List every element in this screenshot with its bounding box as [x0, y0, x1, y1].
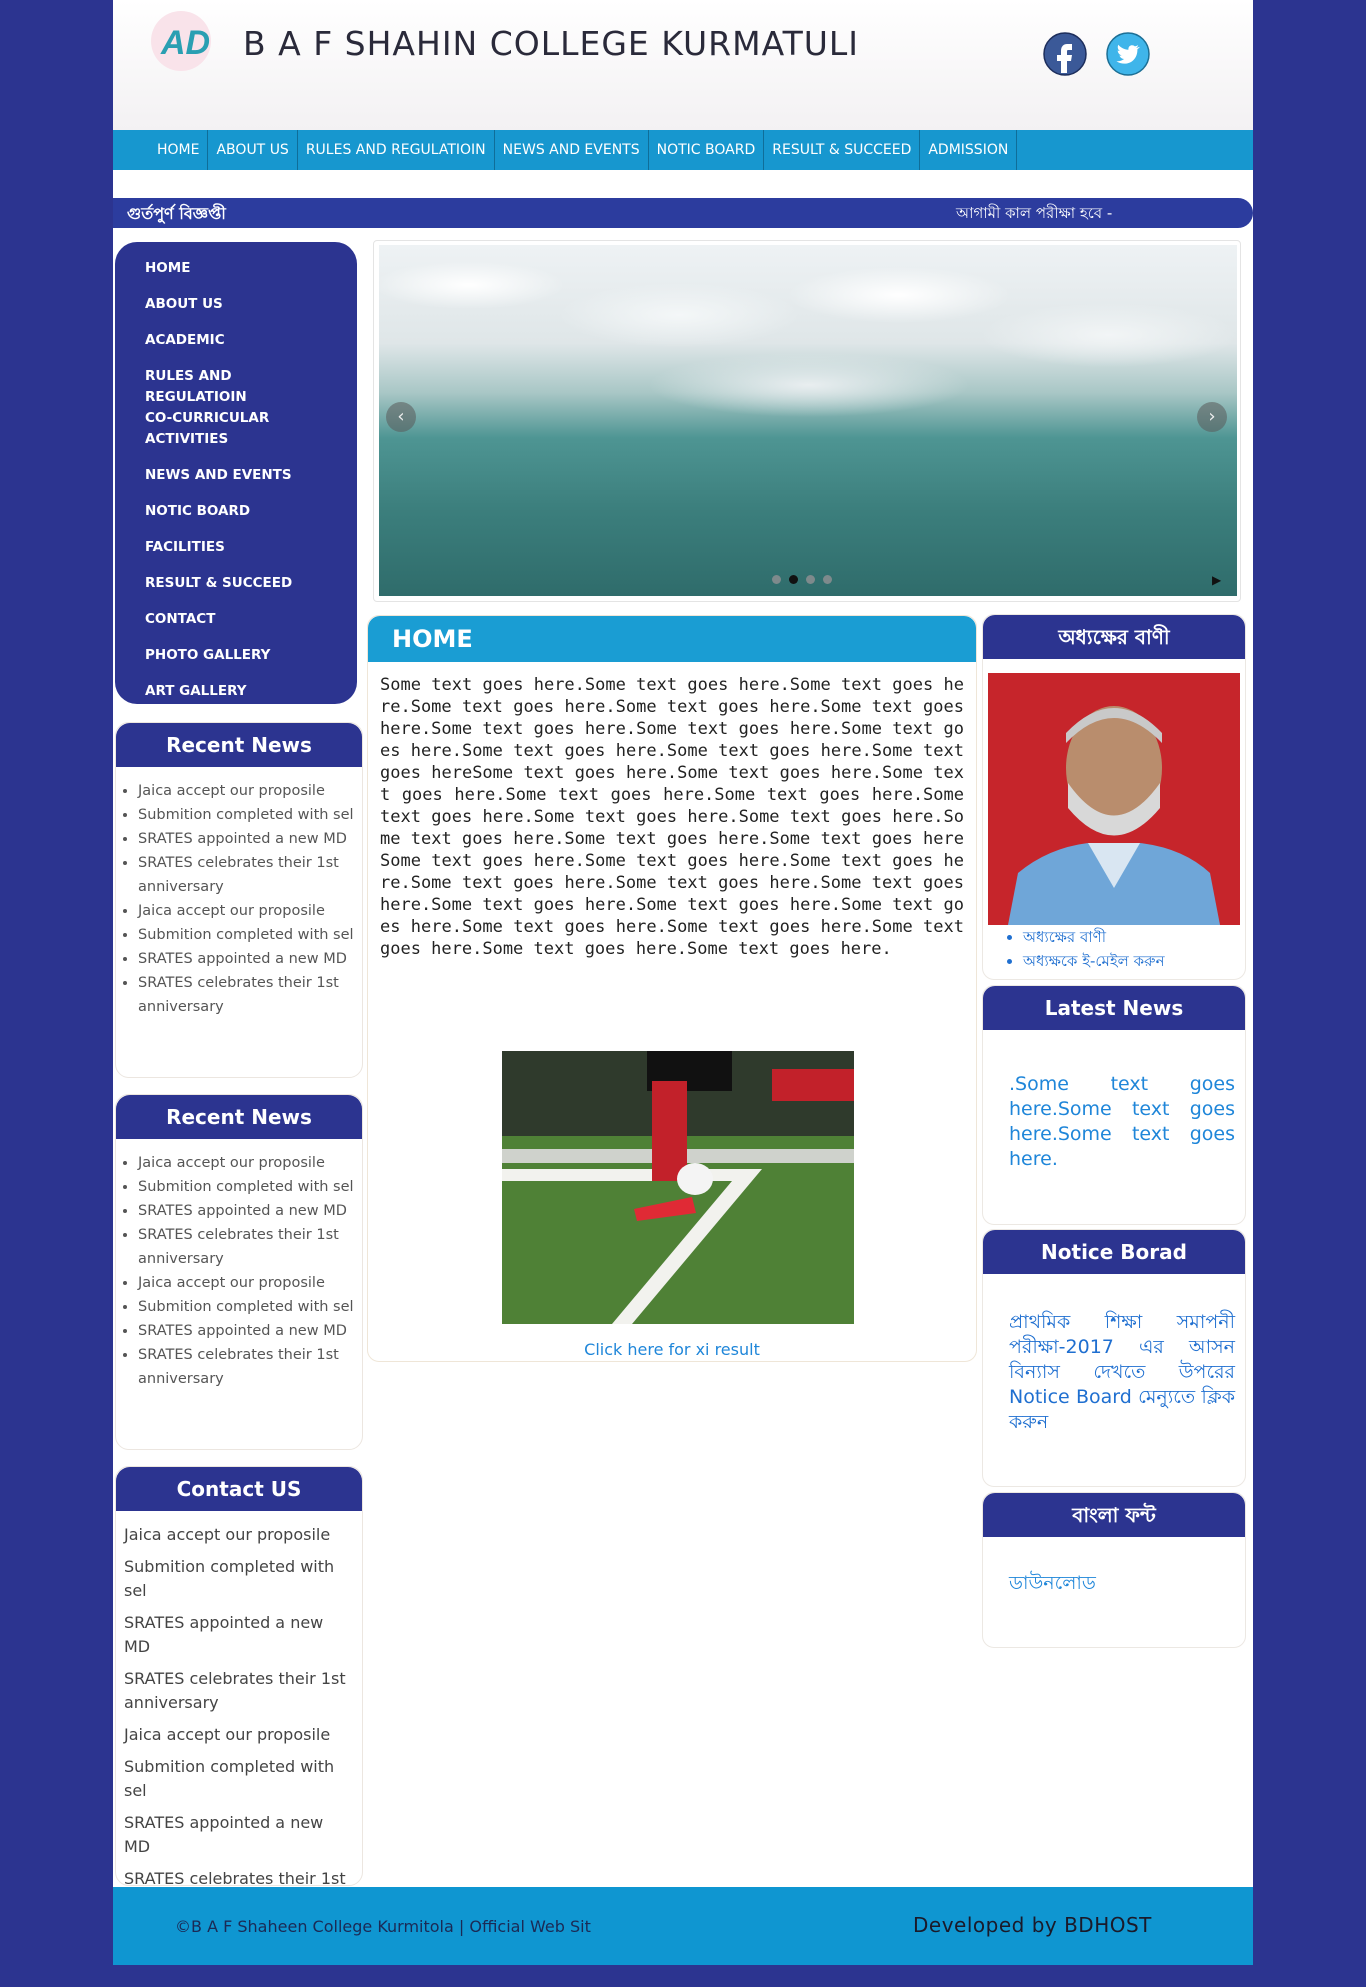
main-content: HOME Some text goes here.Some text goes …	[367, 615, 977, 1362]
news-item[interactable]: SRATES celebrates their 1st anniversary	[138, 971, 362, 1019]
main-body-text: Some text goes here.Some text goes here.…	[380, 675, 964, 959]
bangla-font-title: বাংলা ফন্ট	[983, 1493, 1245, 1537]
left-menu-list: HOME ABOUT US ACADEMIC RULES AND REGULATIOI…	[115, 242, 357, 717]
slider-play-button[interactable]: ▶	[1212, 573, 1221, 587]
contact-title: Contact US	[116, 1467, 362, 1511]
recent-news-list: Jaica accept our proposileSubmition comp…	[116, 1151, 362, 1391]
top-nav-item[interactable]: RESULT & SUCCEED	[764, 130, 921, 170]
notice-board-box: Notice Borad প্রাথমিক শিক্ষা সমাপনী পরীক…	[982, 1229, 1246, 1487]
contact-list: Jaica accept our proposile Submition comp…	[116, 1523, 362, 1915]
slider-dot[interactable]	[789, 575, 798, 584]
header: AD B A F SHAHIN COLLEGE KURMATULI	[113, 0, 1253, 130]
slider-dots	[772, 575, 832, 584]
left-menu-item[interactable]: NEWS AND EVENTS	[115, 465, 357, 501]
news-item[interactable]: SRATES appointed a new MD	[138, 827, 362, 851]
recent-news-title: Recent News	[116, 1095, 362, 1139]
news-item[interactable]: Jaica accept our proposile	[138, 899, 362, 923]
ticker-label: গুর্তপুর্ণ বিজ্ঞপ্তী	[127, 204, 226, 223]
logo-letter-a: AD	[160, 24, 210, 62]
bangla-font-box: বাংলা ফন্ট ডাউনলোড	[982, 1492, 1246, 1648]
slider-prev-button[interactable]: ‹	[386, 402, 416, 432]
latest-news-title: Latest News	[983, 986, 1245, 1030]
recent-news-box-2: Recent News Jaica accept our proposileSu…	[115, 1094, 363, 1450]
notice-ticker: গুর্তপুর্ণ বিজ্ঞপ্তী আগামী কাল পরীক্ষা হ…	[113, 198, 1253, 228]
left-menu: HOME ABOUT US ACADEMIC RULES AND REGULATIOI…	[115, 242, 357, 704]
top-nav-item[interactable]: HOME	[149, 130, 209, 170]
left-menu-item[interactable]: CONTACT	[115, 609, 357, 645]
contact-item[interactable]: Jaica accept our proposile	[124, 1723, 362, 1747]
contact-item[interactable]: Jaica accept our proposile	[124, 1523, 362, 1547]
facebook-icon[interactable]	[1043, 32, 1087, 76]
slider-dot[interactable]	[772, 575, 781, 584]
main-heading: HOME	[368, 616, 976, 662]
footer: ©B A F Shaheen College Kurmitola | Offic…	[113, 1887, 1253, 1965]
news-item[interactable]: SRATES celebrates their 1st anniversary	[138, 1223, 362, 1271]
contact-item[interactable]: Submition completed with sel	[124, 1755, 362, 1803]
news-item[interactable]: SRATES celebrates their 1st anniversary	[138, 1343, 362, 1391]
principal-link[interactable]: অধ্যক্ষকে ই-মেইল করুন	[1023, 949, 1165, 973]
principal-link[interactable]: অধ্যক্ষের বাণী	[1023, 925, 1165, 949]
left-menu-item[interactable]: PHOTO GALLERY	[115, 645, 357, 681]
xi-result-link[interactable]: Click here for xi result	[368, 1340, 976, 1359]
slider-dot[interactable]	[806, 575, 815, 584]
news-item[interactable]: Jaica accept our proposile	[138, 1151, 362, 1175]
left-menu-item[interactable]: RULES AND REGULATIOIN	[115, 366, 357, 408]
left-menu-item[interactable]: RESULT & SUCCEED	[115, 573, 357, 609]
top-nav-item[interactable]: NEWS AND EVENTS	[495, 130, 649, 170]
news-item[interactable]: Submition completed with sel	[138, 1295, 362, 1319]
principal-links: অধ্যক্ষের বাণীঅধ্যক্ষকে ই-মেইল করুন	[995, 925, 1165, 973]
contact-item[interactable]: Submition completed with sel	[124, 1555, 362, 1603]
slider-next-button[interactable]: ›	[1197, 402, 1227, 432]
news-item[interactable]: SRATES appointed a new MD	[138, 1319, 362, 1343]
recent-news-box-1: Recent News Jaica accept our proposileSu…	[115, 722, 363, 1078]
news-item[interactable]: Jaica accept our proposile	[138, 1271, 362, 1295]
principal-photo	[988, 673, 1240, 925]
notice-board-body[interactable]: প্রাথমিক শিক্ষা সমাপনী পরীক্ষা-2017 এর আ…	[1009, 1310, 1235, 1435]
ticker-text[interactable]: আগামী কাল পরীক্ষা হবে -	[956, 202, 1112, 227]
news-item[interactable]: Submition completed with sel	[138, 1175, 362, 1199]
site-logo[interactable]: AD	[151, 10, 219, 72]
news-item[interactable]: Jaica accept our proposile	[138, 779, 362, 803]
download-link[interactable]: ডাউনলোড	[1009, 1571, 1235, 1596]
contact-item[interactable]: SRATES celebrates their 1st anniversary	[124, 1667, 362, 1715]
notice-board-title: Notice Borad	[983, 1230, 1245, 1274]
left-menu-item[interactable]: ACADEMIC	[115, 330, 357, 366]
left-menu-item[interactable]: ABOUT US	[115, 294, 357, 330]
contact-item[interactable]: SRATES appointed a new MD	[124, 1611, 362, 1659]
top-nav-item[interactable]: ADMISSION	[920, 130, 1018, 170]
left-menu-item[interactable]: NOTIC BOARD	[115, 501, 357, 537]
left-menu-item[interactable]: CO-CURRICULAR ACTIVITIES	[115, 408, 357, 465]
contact-box: Contact US Jaica accept our proposile Sub…	[115, 1466, 363, 1912]
top-nav-item[interactable]: RULES AND REGULATIOIN	[298, 130, 495, 170]
news-item[interactable]: Submition completed with sel	[138, 803, 362, 827]
latest-news-body[interactable]: .Some text goes here.Some text goes here…	[1009, 1072, 1235, 1172]
top-nav-list: HOME ABOUT US RULES AND REGULATIOIN NEWS AN…	[113, 130, 1253, 170]
left-menu-item[interactable]: HOME	[115, 258, 357, 294]
site-title: B A F SHAHIN COLLEGE KURMATULI	[243, 24, 860, 63]
twitter-icon[interactable]	[1106, 32, 1150, 76]
page: AD B A F SHAHIN COLLEGE KURMATULI HOME AB…	[113, 0, 1253, 1965]
news-item[interactable]: SRATES appointed a new MD	[138, 947, 362, 971]
footer-copyright: ©B A F Shaheen College Kurmitola | Offic…	[175, 1917, 591, 1936]
left-menu-item[interactable]: ART GALLERY	[115, 681, 357, 717]
image-slider: ‹ › ▶	[373, 240, 1241, 602]
recent-news-list: Jaica accept our proposileSubmition comp…	[116, 779, 362, 1019]
principal-title: অধ্যক্ষের বাণী	[983, 615, 1245, 659]
latest-news-box: Latest News .Some text goes here.Some te…	[982, 985, 1246, 1225]
football-photo	[502, 1051, 854, 1324]
left-menu-item[interactable]: FACILITIES	[115, 537, 357, 573]
slider-dot[interactable]	[823, 575, 832, 584]
news-item[interactable]: SRATES celebrates their 1st anniversary	[138, 851, 362, 899]
recent-news-title: Recent News	[116, 723, 362, 767]
slide-image	[379, 245, 1237, 596]
principal-box: অধ্যক্ষের বাণী অধ্যক্ষের বাণীঅধ্যক্ষকে ই…	[982, 614, 1246, 980]
contact-item[interactable]: SRATES appointed a new MD	[124, 1811, 362, 1859]
news-item[interactable]: SRATES appointed a new MD	[138, 1199, 362, 1223]
top-navigation: HOME ABOUT US RULES AND REGULATIOIN NEWS AN…	[113, 130, 1253, 170]
top-nav-item[interactable]: NOTIC BOARD	[649, 130, 765, 170]
top-nav-item[interactable]: ABOUT US	[208, 130, 298, 170]
footer-developer[interactable]: Developed by BDHOST	[913, 1913, 1152, 1937]
news-item[interactable]: Submition completed with sel	[138, 923, 362, 947]
